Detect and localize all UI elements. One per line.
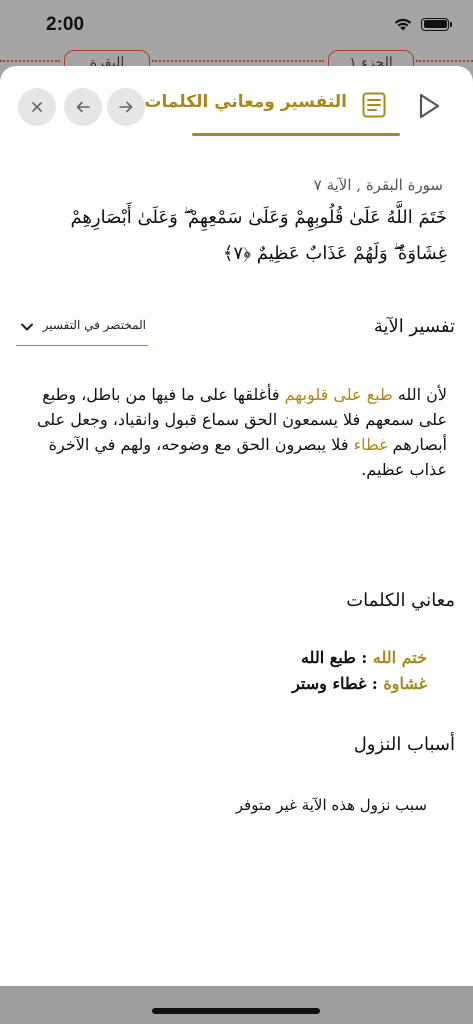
home-indicator[interactable] bbox=[152, 1008, 320, 1014]
previous-ayah-button[interactable] bbox=[64, 88, 102, 126]
wifi-icon bbox=[394, 18, 412, 31]
next-ayah-button[interactable] bbox=[107, 88, 145, 126]
battery-icon bbox=[421, 17, 452, 31]
tafsir-highlight: طبع على قلوبهم bbox=[284, 385, 393, 404]
asbab-section-title: أسباب النزول bbox=[353, 734, 455, 755]
meanings-section-title: معاني الكلمات bbox=[346, 590, 455, 611]
word-meaning: طبع الله bbox=[300, 648, 356, 667]
tab-label: التفسير ومعاني الكلمات bbox=[144, 92, 347, 112]
sheet-toolbar: التفسير ومعاني الكلمات bbox=[0, 66, 473, 138]
status-bar: 2:00 bbox=[0, 0, 473, 50]
word-separator: : bbox=[355, 648, 373, 667]
tafsir-source-select[interactable]: المختصر في التفسير bbox=[16, 316, 148, 346]
tab-underline bbox=[192, 133, 400, 136]
play-icon[interactable] bbox=[417, 92, 441, 120]
ayah-reference: سورة البقرة , الآية ٧ bbox=[313, 176, 443, 194]
arrow-right-icon bbox=[119, 101, 133, 113]
screen: 2:00 البقرة الجزء ١ التفسير ومعاني الكلم… bbox=[0, 0, 473, 1024]
close-icon bbox=[32, 102, 42, 112]
arrow-left-icon bbox=[76, 101, 90, 113]
status-time: 2:00 bbox=[46, 14, 85, 35]
close-button[interactable] bbox=[18, 88, 56, 126]
home-indicator-area bbox=[0, 986, 473, 1024]
word-meaning: غطاء وستر bbox=[292, 674, 367, 693]
word-meaning-item: ختم الله : طبع الله bbox=[301, 648, 427, 667]
dotted-divider bbox=[416, 60, 473, 62]
chevron-down-icon bbox=[21, 323, 33, 331]
dotted-divider bbox=[152, 60, 324, 62]
word-separator: : bbox=[366, 674, 384, 693]
tafsir-text: لأن الله bbox=[392, 385, 447, 404]
tafsir-sheet: التفسير ومعاني الكلمات سورة البقرة , الآ… bbox=[0, 66, 473, 986]
document-lines-icon bbox=[362, 92, 386, 118]
word: ختم الله bbox=[372, 648, 427, 667]
tab-tafsir-meanings[interactable]: التفسير ومعاني الكلمات bbox=[144, 84, 402, 136]
asbab-body: سبب نزول هذه الآية غير متوفر bbox=[235, 796, 427, 814]
tafsir-highlight: غطاء bbox=[353, 435, 388, 454]
ayah-text: خَتَمَ اللَّهُ عَلَىٰ قُلُوبِهِمْ وَعَلَ… bbox=[70, 207, 447, 264]
word: غشاوة bbox=[383, 674, 427, 693]
tafsir-body: لأن الله طبع على قلوبهم فأغلقها على ما ف… bbox=[27, 382, 447, 482]
word-meaning-item: غشاوة : غطاء وستر bbox=[292, 674, 427, 693]
tafsir-source-label: المختصر في التفسير bbox=[42, 318, 146, 332]
dotted-divider bbox=[0, 60, 60, 62]
status-icons bbox=[393, 17, 452, 31]
tafsir-section-title: تفسير الآية bbox=[373, 316, 455, 337]
